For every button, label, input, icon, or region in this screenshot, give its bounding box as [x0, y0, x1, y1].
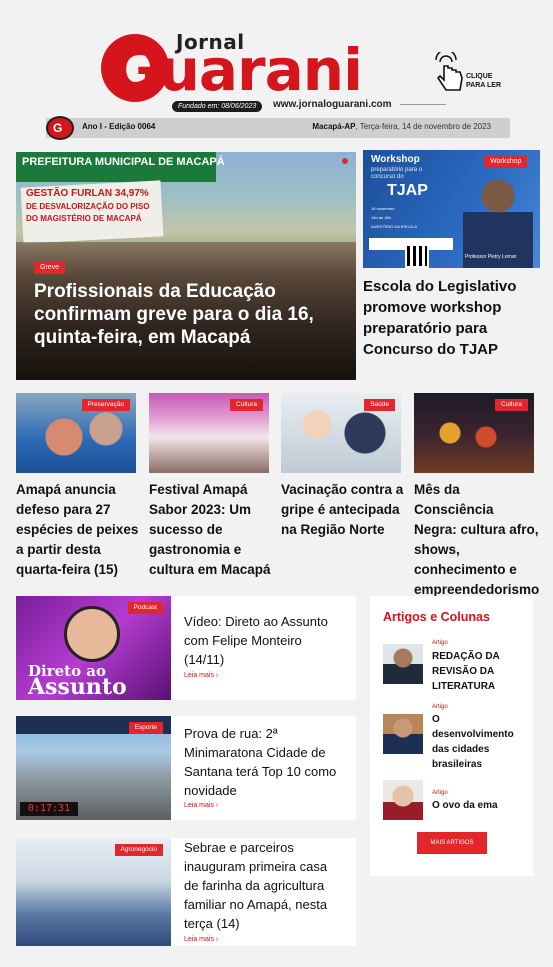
logo-guarani-text[interactable]: Guarani — [112, 38, 363, 102]
edition-label: Ano I - Edição 0064 — [82, 122, 156, 131]
list-image-sebrae[interactable]: Agronegócio — [16, 838, 171, 946]
edition-date: Macapá-AP, Terça-feira, 14 de novembro d… — [312, 122, 491, 131]
site-url-link[interactable]: www.jornaloguarani.com — [273, 99, 392, 110]
workshop-headline[interactable]: Escola do Legislativo promove workshop p… — [363, 276, 541, 360]
tap-hand-icon[interactable] — [430, 52, 466, 94]
edition-logo-letter: G — [53, 121, 63, 135]
qr-code-icon — [405, 244, 429, 268]
list-tag[interactable]: Agronegócio — [114, 844, 163, 856]
list-item-podcast[interactable]: Direto ao Assunto Podcast Vídeo: Direto … — [16, 596, 356, 700]
hero-headline[interactable]: Profissionais da Educação confirmam grev… — [34, 280, 334, 349]
list-image-race[interactable]: 0:17:31 Esporte — [16, 716, 171, 820]
race-clock: 0:17:31 — [20, 802, 78, 816]
workshop-image[interactable]: Workshop preparatório para o concurso do… — [363, 150, 540, 268]
article-kicker: Artigo — [432, 790, 448, 796]
read-more-link[interactable]: Leia mais › — [184, 672, 218, 679]
card-image-festival[interactable]: Cultura — [149, 393, 269, 473]
workshop-img-list: 16 novembro 14h às 18h AUDITÓRIO DA ESCO… — [371, 206, 418, 229]
hero-article[interactable]: PREFEITURA MUNICIPAL DE MACAPÁ GESTÃO FU… — [16, 152, 356, 380]
card-image-culture[interactable]: Cultura — [414, 393, 534, 473]
list-headline[interactable]: Vídeo: Direto ao Assunto com Felipe Mont… — [184, 612, 344, 669]
workshop-category-tag[interactable]: Workshop — [484, 156, 528, 168]
more-articles-button[interactable]: MAIS ARTIGOS — [417, 832, 487, 854]
click-line-1: CLIQUE — [466, 73, 493, 80]
hero-sign-line1: GESTÃO FURLAN 34,97% — [26, 188, 149, 199]
click-line-2: PARA LER — [466, 82, 501, 89]
article-title[interactable]: O desenvolvimento das cidades brasileira… — [432, 712, 524, 772]
edition-date-text: , Terça-feira, 14 de novembro de 2023 — [355, 122, 492, 131]
card-tag[interactable]: Saúde — [364, 399, 395, 411]
articles-panel: Artigos e Colunas Artigo REDAÇÃO DA REVI… — [370, 596, 533, 876]
hero-photo-banner-text: PREFEITURA MUNICIPAL DE MACAPÁ — [22, 156, 225, 168]
card-tag[interactable]: Cultura — [230, 399, 263, 411]
list-tag[interactable]: Esporte — [128, 722, 163, 734]
card-tag[interactable]: Cultura — [495, 399, 528, 411]
workshop-img-prof: Professor Pietry Lorran — [465, 254, 517, 260]
list-item-race[interactable]: 0:17:31 Esporte Prova de rua: 2ª Minimar… — [16, 716, 356, 820]
article-kicker: Artigo — [432, 640, 448, 646]
list-tag[interactable]: Podcast — [127, 602, 163, 614]
card-headline[interactable]: Mês da Consciência Negra: cultura afro, … — [414, 480, 539, 600]
workshop-img-tjap: TJAP — [387, 182, 428, 199]
list-headline[interactable]: Prova de rua: 2ª Minimaratona Cidade de … — [184, 724, 344, 800]
hero-sign-line3: DO MAGISTÉRIO DE MACAPÁ — [26, 214, 142, 223]
hero-category-tag[interactable]: Greve — [34, 262, 66, 274]
card-image-vaccine[interactable]: Saúde — [281, 393, 401, 473]
read-more-link[interactable]: Leia mais › — [184, 802, 218, 809]
card-tag[interactable]: Preservação — [81, 399, 130, 411]
list-headline[interactable]: Sebrae e parceiros inauguram primeira ca… — [184, 838, 344, 933]
header-divider — [400, 104, 446, 105]
article-author-photo[interactable] — [383, 780, 423, 820]
read-more-link[interactable]: Leia mais › — [184, 936, 218, 943]
card-image-fish[interactable]: Preservação — [16, 393, 136, 473]
podcast-host-photo — [64, 606, 120, 662]
article-author-photo[interactable] — [383, 644, 423, 684]
article-kicker: Artigo — [432, 704, 448, 710]
card-headline[interactable]: Vacinação contra a gripe é antecipada na… — [281, 480, 406, 540]
card-headline[interactable]: Festival Amapá Sabor 2023: Um sucesso de… — [149, 480, 274, 580]
card-headline[interactable]: Amapá anuncia defeso para 27 espécies de… — [16, 480, 141, 580]
workshop-img-sub: preparatório para o concurso do — [371, 167, 423, 180]
click-to-read-label[interactable]: CLIQUE PARA LER — [466, 72, 501, 90]
article-title[interactable]: REDAÇÃO DA REVISÃO DA LITERATURA — [432, 649, 524, 694]
podcast-img-text2: Assunto — [28, 674, 127, 700]
article-title[interactable]: O ovo da ema — [432, 798, 524, 813]
article-author-photo[interactable] — [383, 714, 423, 754]
articles-heading: Artigos e Colunas — [383, 610, 490, 624]
founded-badge: Fundado em: 08/06/2023 — [172, 101, 263, 112]
hero-indicator-dot — [342, 158, 348, 164]
list-item-sebrae[interactable]: Agronegócio Sebrae e parceiros inauguram… — [16, 838, 356, 946]
list-image-podcast[interactable]: Direto ao Assunto Podcast — [16, 596, 171, 700]
workshop-img-title: Workshop — [371, 154, 420, 165]
edition-location: Macapá-AP — [312, 122, 356, 131]
hero-sign-line2: DE DESVALORIZAÇÃO DO PISO — [26, 202, 150, 211]
